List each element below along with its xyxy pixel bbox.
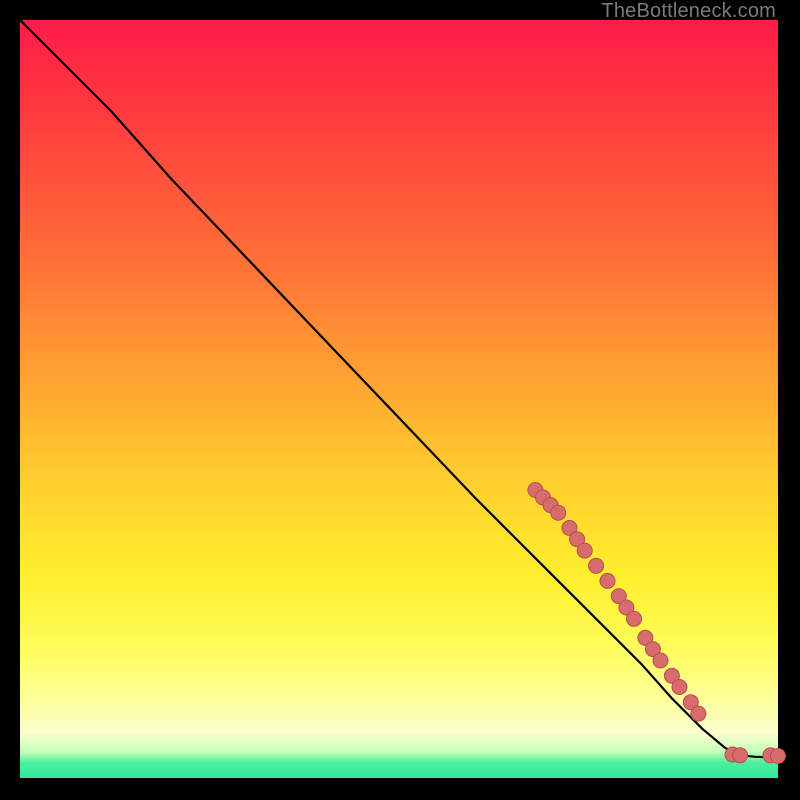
data-marker <box>653 653 668 668</box>
data-marker <box>627 611 642 626</box>
chart-svg <box>20 20 778 778</box>
data-marker <box>691 706 706 721</box>
chart-frame: TheBottleneck.com <box>0 0 800 800</box>
data-marker <box>771 749 786 764</box>
data-marker <box>672 680 687 695</box>
data-marker <box>733 748 748 763</box>
marker-group <box>528 483 786 764</box>
plot-area <box>20 20 778 778</box>
data-marker <box>551 505 566 520</box>
data-marker <box>589 558 604 573</box>
data-marker <box>600 573 615 588</box>
data-marker <box>577 543 592 558</box>
bottleneck-curve-line <box>20 20 778 758</box>
